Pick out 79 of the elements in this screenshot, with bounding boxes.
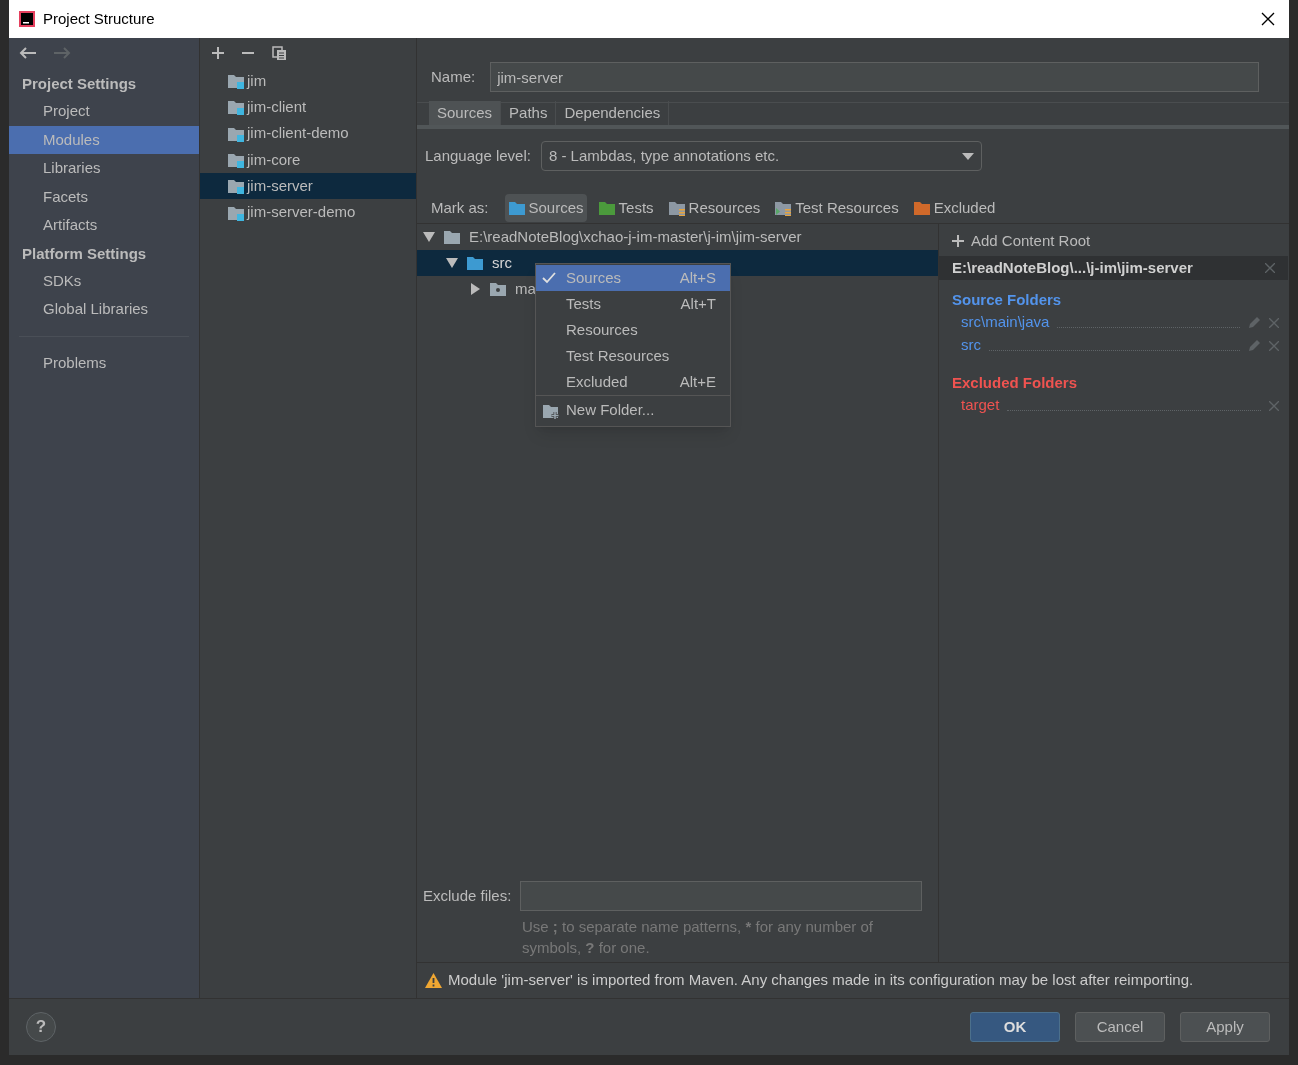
tab[interactable]: Sources <box>429 101 502 125</box>
tab[interactable]: Paths <box>501 101 557 125</box>
copy-icon[interactable] <box>272 45 287 61</box>
folder-icon <box>507 200 526 216</box>
module-icon <box>227 99 245 116</box>
tab[interactable]: Dependencies <box>556 101 670 125</box>
tree-item[interactable]: src <box>492 251 512 275</box>
checkmark-icon <box>542 272 556 284</box>
add-icon[interactable] <box>212 47 224 59</box>
mark-as-button[interactable]: Tests <box>594 194 657 222</box>
folder-icon <box>667 200 686 216</box>
menu-item[interactable]: Tests Alt+T <box>536 291 730 317</box>
module-icon <box>227 178 245 195</box>
content-root-path: E:\readNoteBlog\...\j-im\jim-server <box>952 257 1193 278</box>
sidebar-item[interactable]: Project <box>9 97 199 126</box>
dropdown-caret-icon <box>961 152 974 160</box>
module-item[interactable]: jim-client-demo <box>200 120 416 147</box>
folder-path: src <box>961 335 981 356</box>
menu-item[interactable]: New Folder... <box>536 395 730 425</box>
module-item[interactable]: jim <box>200 68 416 95</box>
add-content-root-button[interactable]: Add Content Root <box>939 226 1289 256</box>
module-icon <box>227 125 245 142</box>
sidebar-item[interactable]: Artifacts <box>9 211 199 240</box>
exclude-files-label: Exclude files: <box>423 885 512 906</box>
module-item[interactable]: jim-client <box>200 94 416 121</box>
language-level-label: Language level: <box>425 145 531 166</box>
folder-icon <box>774 200 793 216</box>
hint-text: Use ; to separate name patterns, * for any number of symbols, ? for one. <box>521 917 875 958</box>
sidebar-item[interactable]: SDKs <box>9 266 199 295</box>
new-folder-icon <box>542 402 560 419</box>
ok-button[interactable]: OK <box>970 1012 1060 1042</box>
folder-icon <box>489 281 507 297</box>
folder-path: target <box>961 395 1000 416</box>
warning-icon <box>425 973 442 988</box>
sidebar-item[interactable]: Global Libraries <box>9 295 199 324</box>
module-item[interactable]: jim-core <box>200 146 416 174</box>
menu-item[interactable]: Excluded Alt+E <box>536 369 730 395</box>
folder-icon <box>597 200 616 216</box>
folder-group-title: Source Folders <box>951 290 1063 310</box>
app-logo-icon <box>19 11 35 27</box>
mark-as-label: Mark as: <box>431 197 489 218</box>
add-icon <box>952 235 964 247</box>
tree-item[interactable]: E:\readNoteBlog\xchao-j-im-master\j-im\jim-server <box>469 225 802 249</box>
mark-as-button[interactable]: Excluded <box>909 194 999 222</box>
dialog-button[interactable]: Apply <box>1180 1012 1270 1042</box>
folder-icon <box>912 200 931 216</box>
module-icon <box>227 73 245 90</box>
window-title: Project Structure <box>43 8 156 29</box>
expanded-arrow-icon[interactable] <box>446 257 458 269</box>
folder-icon <box>466 255 484 271</box>
sidebar-item[interactable]: Problems <box>9 348 199 377</box>
mark-as-button[interactable]: Test Resources <box>771 194 902 222</box>
expanded-arrow-icon[interactable] <box>423 231 435 243</box>
section-heading: Project Settings <box>21 74 138 94</box>
warning-message: Module 'jim-server' is imported from Maven. Any changes made in its configuration may be lost after reimporting. <box>448 970 1194 991</box>
module-icon <box>227 204 245 221</box>
tree-item[interactable]: ma <box>515 277 536 301</box>
module-item[interactable]: jim-server-demo <box>200 199 416 226</box>
module-item[interactable]: jim-server <box>200 173 416 200</box>
menu-item[interactable]: Test Resources <box>536 343 730 369</box>
dialog-button[interactable]: Cancel <box>1075 1012 1165 1042</box>
help-button[interactable]: ? <box>26 1012 56 1042</box>
sidebar-item[interactable]: Libraries <box>9 154 199 183</box>
mark-as-button[interactable]: Sources <box>504 194 587 222</box>
folder-path: src\main\java <box>961 312 1050 333</box>
close-icon[interactable] <box>1261 12 1275 26</box>
folder-icon <box>443 229 461 245</box>
folder-group-title: Excluded Folders <box>951 373 1079 393</box>
name-label: Name: <box>431 66 476 87</box>
name-field[interactable]: jim-server <box>490 62 1259 92</box>
mark-as-button[interactable]: Resources <box>664 194 764 222</box>
collapsed-arrow-icon[interactable] <box>469 283 481 295</box>
language-level-dropdown[interactable]: 8 - Lambdas, type annotations etc. <box>540 141 982 171</box>
menu-item[interactable]: Resources <box>536 317 730 343</box>
back-arrow-icon[interactable] <box>19 46 37 60</box>
module-icon <box>227 152 245 169</box>
section-heading: Platform Settings <box>21 243 148 264</box>
sidebar-item[interactable]: Facets <box>9 182 199 211</box>
exclude-files-field[interactable] <box>520 881 922 911</box>
